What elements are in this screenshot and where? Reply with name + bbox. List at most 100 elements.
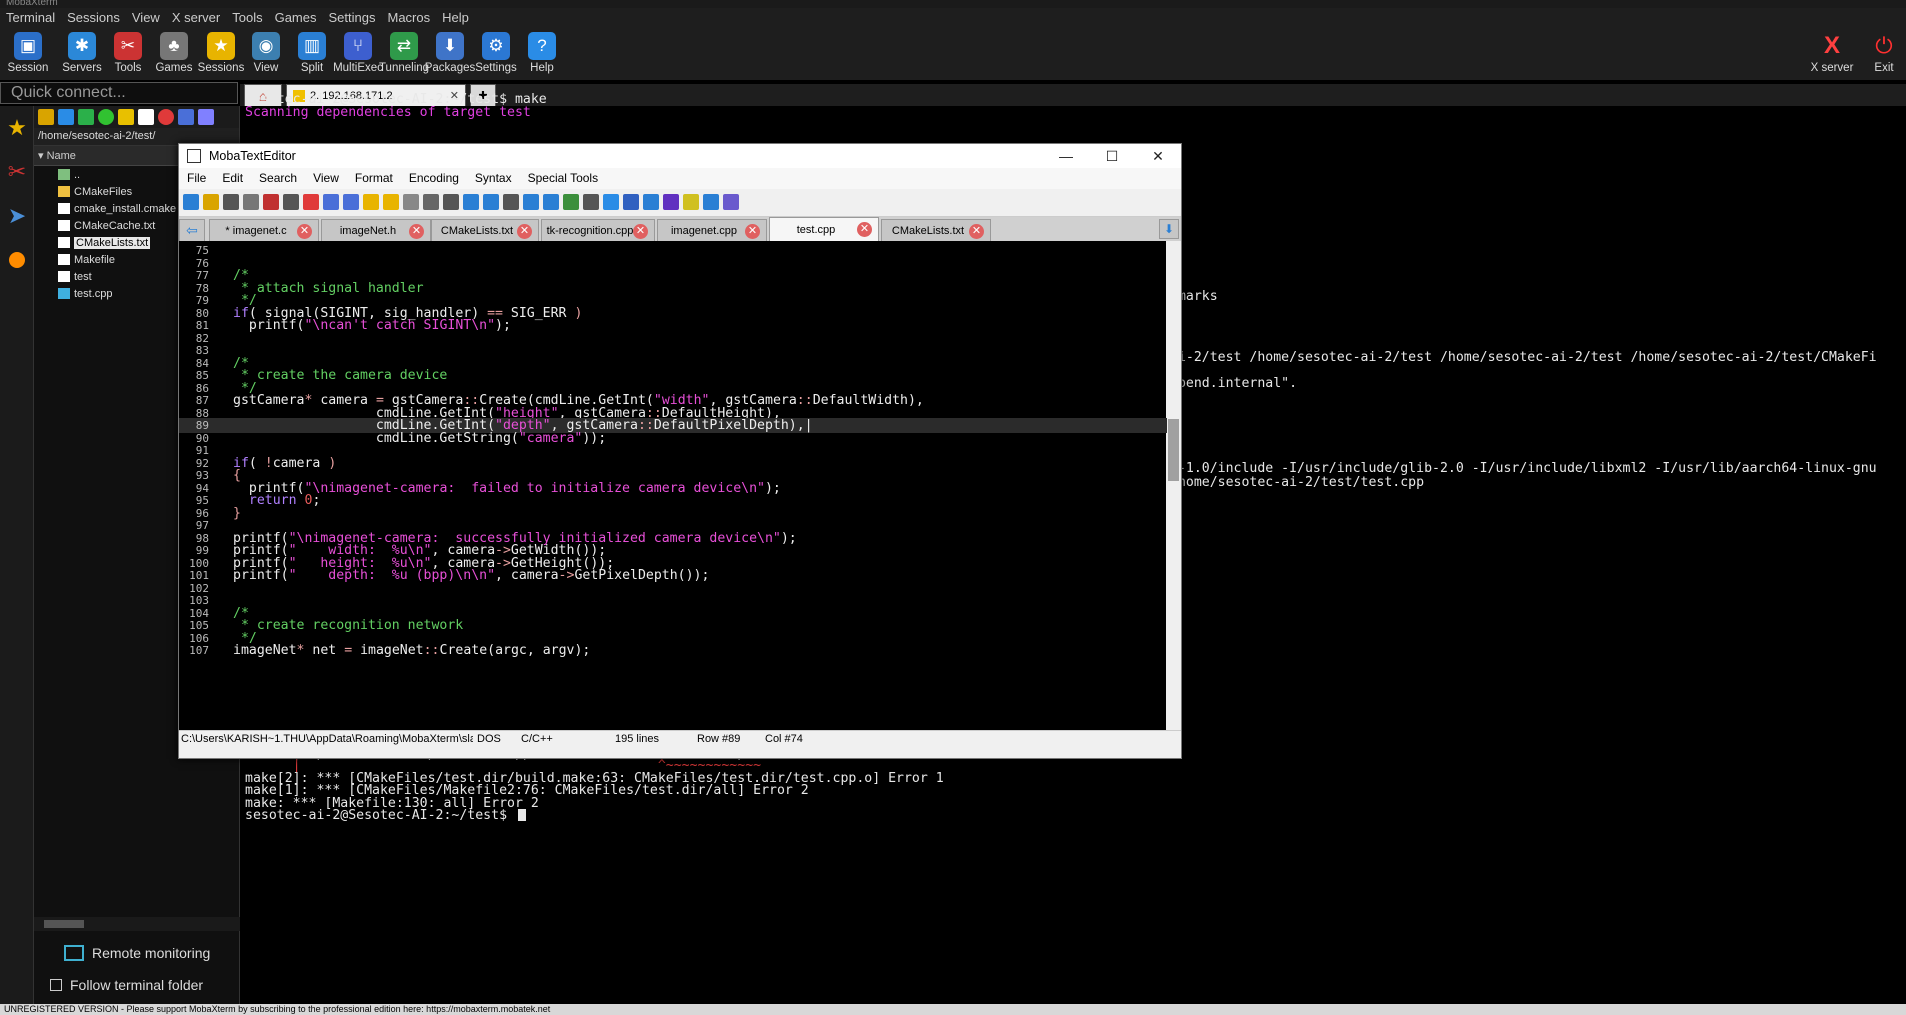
menu-terminal[interactable]: Terminal [0, 8, 61, 25]
editor-tab[interactable]: CMakeLists.txt ✕ [431, 219, 539, 241]
new-file-icon[interactable] [138, 109, 154, 125]
close-tab-icon[interactable]: ✕ [633, 224, 648, 239]
editor-tab[interactable]: imagenet.cpp ✕ [657, 219, 767, 241]
close-all-icon[interactable] [723, 194, 739, 210]
editor-menu-encoding[interactable]: Encoding [401, 168, 467, 185]
editor-menu-edit[interactable]: Edit [214, 168, 251, 185]
paste-icon[interactable] [443, 194, 459, 210]
tab-list-button[interactable]: ⬇ [1159, 219, 1179, 239]
monitor-icon [64, 945, 84, 961]
close-tab-icon[interactable]: ✕ [517, 224, 532, 239]
editor-menu-file[interactable]: File [179, 168, 214, 185]
print-preview-icon[interactable] [283, 194, 299, 210]
print-icon[interactable] [263, 194, 279, 210]
editor-menu-view[interactable]: View [305, 168, 347, 185]
code-vertical-scrollbar[interactable] [1166, 241, 1181, 730]
editor-tab[interactable]: test.cpp ✕ [769, 217, 879, 241]
close-file-icon[interactable] [303, 194, 319, 210]
editor-tab-label: CMakeLists.txt [891, 224, 965, 237]
open-icon[interactable] [203, 194, 219, 210]
editor-tab[interactable]: tk-recognition.cpp ✕ [541, 219, 655, 241]
close-tab-icon[interactable]: ✕ [409, 224, 424, 239]
status-syntax: C/C++ [521, 733, 553, 745]
editor-tab[interactable]: ⇦ [179, 219, 205, 241]
indent-icon[interactable] [323, 194, 339, 210]
editor-menu-syntax[interactable]: Syntax [467, 168, 520, 185]
compare-icon[interactable] [523, 194, 539, 210]
new-file-icon[interactable] [183, 194, 199, 210]
mac-icon[interactable] [603, 194, 619, 210]
session-button[interactable]: ▣ Session [0, 30, 56, 78]
scrollbar-thumb[interactable] [1168, 419, 1179, 481]
delete-icon[interactable] [158, 109, 174, 125]
save-all-icon[interactable] [243, 194, 259, 210]
sftp-horizontal-scrollbar[interactable] [34, 917, 240, 931]
menu-settings[interactable]: Settings [323, 8, 382, 25]
file-name: .. [74, 168, 81, 181]
menu-sessions[interactable]: Sessions [61, 8, 126, 25]
menu-x-server[interactable]: X server [166, 8, 226, 25]
maximize-button[interactable]: ☐ [1089, 144, 1135, 168]
toolbar-label: Exit [1874, 62, 1894, 74]
star-icon[interactable]: ★ [0, 106, 34, 150]
exit-button[interactable]: ⏻ Exit [1862, 30, 1906, 78]
minimize-button[interactable]: — [1043, 144, 1089, 168]
close-tab-icon[interactable]: ✕ [297, 224, 312, 239]
tools-icon[interactable]: ✂ [0, 150, 34, 194]
checkbox-box[interactable] [50, 979, 62, 991]
wrap-icon[interactable] [643, 194, 659, 210]
code-editor-area[interactable]: 75 76 77/* 78 * attach signal handler 79 */8… [179, 241, 1181, 730]
quick-connect-input[interactable]: Quick connect... [0, 82, 238, 104]
help-button[interactable]: ? Help [514, 30, 570, 78]
bookmark-next-icon[interactable] [383, 194, 399, 210]
outdent-icon[interactable] [343, 194, 359, 210]
paper-plane-icon[interactable]: ➤ [0, 194, 34, 238]
download-icon[interactable] [58, 109, 74, 125]
close-window-button[interactable]: ✕ [1135, 144, 1181, 168]
settings-icon[interactable] [703, 194, 719, 210]
session-icon: ▣ [14, 32, 42, 60]
highlight-icon[interactable] [683, 194, 699, 210]
unregistered-banner[interactable]: UNREGISTERED VERSION - Please support Mo… [0, 1004, 1906, 1015]
close-tab-icon[interactable]: ✕ [857, 222, 872, 237]
folder-up-icon[interactable] [38, 109, 54, 125]
cut-icon[interactable] [403, 194, 419, 210]
properties-icon[interactable] [198, 109, 214, 125]
rename-icon[interactable] [178, 109, 194, 125]
save-icon[interactable] [223, 194, 239, 210]
x-server-button[interactable]: X X server [1802, 30, 1862, 78]
macro-icon[interactable] [0, 238, 34, 282]
close-tab-icon[interactable]: ✕ [745, 224, 760, 239]
follow-terminal-folder-checkbox[interactable]: Follow terminal folder [34, 975, 240, 995]
scroll-left-icon[interactable]: ⇦ [186, 222, 198, 239]
find-icon[interactable] [463, 194, 479, 210]
editor-tab[interactable]: * imagenet.c ✕ [209, 219, 319, 241]
editor-menu-search[interactable]: Search [251, 168, 305, 185]
editor-tab[interactable]: imageNet.h ✕ [321, 219, 431, 241]
sync-icon[interactable] [543, 194, 559, 210]
window-title: MobaXterm [6, 0, 58, 8]
find-next-icon[interactable] [483, 194, 499, 210]
editor-tab[interactable]: CMakeLists.txt ✕ [881, 219, 991, 241]
goto-icon[interactable] [503, 194, 519, 210]
menu-help[interactable]: Help [436, 8, 475, 25]
undo-icon[interactable] [623, 194, 639, 210]
refresh-icon[interactable] [98, 109, 114, 125]
linux-icon[interactable] [583, 194, 599, 210]
windows-icon[interactable] [563, 194, 579, 210]
split-icon: ▥ [298, 32, 326, 60]
close-tab-icon[interactable]: ✕ [969, 224, 984, 239]
menu-games[interactable]: Games [269, 8, 323, 25]
menu-macros[interactable]: Macros [381, 8, 436, 25]
editor-menu-special-tools[interactable]: Special Tools [520, 168, 607, 185]
menu-view[interactable]: View [126, 8, 166, 25]
editor-menu-format[interactable]: Format [347, 168, 401, 185]
file-name: CMakeFiles [74, 185, 133, 198]
menu-tools[interactable]: Tools [226, 8, 268, 25]
copy-icon[interactable] [423, 194, 439, 210]
remote-monitoring-button[interactable]: Remote monitoring [34, 935, 240, 971]
bookmark-icon[interactable] [363, 194, 379, 210]
upload-icon[interactable] [78, 109, 94, 125]
paragraph-icon[interactable] [663, 194, 679, 210]
new-folder-icon[interactable] [118, 109, 134, 125]
